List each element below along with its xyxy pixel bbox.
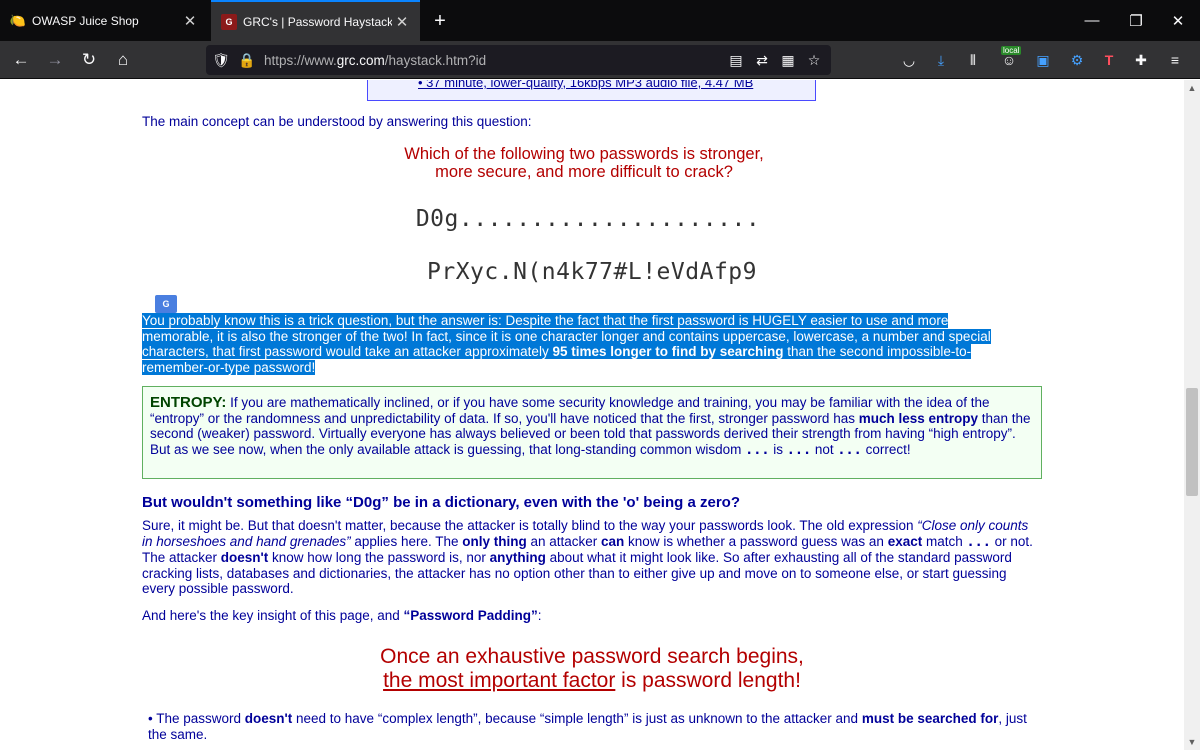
bullet-item: • The password doesn't need to have “com… [148, 711, 1027, 742]
reader-view-icon[interactable]: ▤ [725, 49, 747, 71]
dictionary-paragraph: Sure, it might be. But that doesn't matt… [142, 518, 1033, 596]
entropy-note: ENTROPY: If you are mathematically incli… [150, 394, 1031, 458]
tab-bar: 🍋 OWASP Juice Shop ✕ G GRC's | Password … [0, 0, 1200, 41]
section-heading: But wouldn't something like “D0g” be in … [142, 494, 740, 511]
url-bar[interactable]: 🛡 🔒 https://www.grc.com/haystack.htm?id … [206, 45, 831, 75]
extension-language-icon[interactable]: ⚙ [1066, 49, 1088, 71]
key-insight-line-2: the most important factor is password le… [383, 669, 801, 692]
google-translate-icon[interactable]: G [155, 295, 177, 313]
url-text[interactable]: https://www.grc.com/haystack.htm?id [264, 53, 725, 68]
page-content: • 37 minute, lower-quality, 16kbps MP3 a… [0, 80, 1184, 750]
tab-owasp-juice-shop[interactable]: 🍋 OWASP Juice Shop ✕ [0, 0, 208, 41]
navigation-toolbar: ← → ↻ ⌂ 🛡 🔒 https://www.grc.com/haystack… [0, 41, 1200, 79]
key-insight-paragraph: And here's the key insight of this page,… [142, 608, 542, 623]
tab-grc-haystacks[interactable]: G GRC's | Password Haystacks: Ho ✕ [211, 0, 420, 41]
entropy-note-box: ENTROPY: If you are mathematically incli… [142, 386, 1042, 479]
downloads-icon[interactable]: ⤓ [930, 49, 952, 71]
scroll-down-arrow-icon[interactable]: ▼ [1184, 734, 1200, 750]
vertical-scrollbar[interactable]: ▲ ▼ [1184, 80, 1200, 750]
scrollbar-thumb[interactable] [1186, 388, 1198, 496]
new-tab-icon[interactable]: + [428, 9, 452, 33]
audio-files-box: • 37 minute, lower-quality, 16kbps MP3 a… [367, 80, 816, 101]
question: Which of the following two passwords is … [0, 145, 1184, 181]
extension-translate-icon[interactable]: ▣ [1032, 49, 1054, 71]
password-example-2: PrXyc.N(n4k77#L!eVdAfp9 [427, 259, 757, 285]
translate-icon[interactable]: ⇄ [751, 49, 773, 71]
tab-title: OWASP Juice Shop [32, 13, 139, 28]
window-close-icon[interactable]: ✕ [1156, 0, 1200, 41]
tracking-shield-icon[interactable]: 🛡 [210, 49, 232, 71]
forward-arrow-icon[interactable]: → [42, 47, 68, 73]
question-line-1: Which of the following two passwords is … [404, 145, 764, 163]
extension-puzzle-icon[interactable]: ✚ [1130, 49, 1152, 71]
entropy-label: ENTROPY: [150, 394, 227, 411]
password-example-1: D0g..................... [415, 206, 761, 232]
lock-icon[interactable]: 🔒 [236, 49, 258, 71]
restore-icon[interactable]: ❐ [1114, 0, 1158, 41]
question-line-2: more secure, and more difficult to crack… [435, 163, 733, 181]
extension-t-icon[interactable]: T [1098, 49, 1120, 71]
minimize-icon[interactable]: — [1070, 0, 1114, 41]
back-arrow-icon[interactable]: ← [8, 47, 34, 73]
tab-title: GRC's | Password Haystacks: Ho [243, 14, 392, 29]
lead-paragraph: The main concept can be understood by an… [142, 114, 532, 129]
answer-paragraph: You probably know this is a trick questi… [142, 313, 991, 375]
key-insight-line-1: Once an exhaustive password search begin… [380, 645, 804, 668]
grc-favicon-icon: G [221, 13, 237, 30]
library-icon[interactable]: ⫴ [962, 49, 984, 71]
extensions-grid-icon[interactable]: ▦ [777, 49, 799, 71]
reload-icon[interactable]: ↻ [76, 47, 102, 73]
home-icon[interactable]: ⌂ [110, 47, 136, 73]
app-menu-icon[interactable]: ≡ [1164, 49, 1186, 71]
scroll-up-arrow-icon[interactable]: ▲ [1184, 80, 1200, 96]
local-badge: local [1001, 46, 1022, 55]
juice-shop-favicon-icon: 🍋 [9, 12, 27, 28]
answer-emphasis: 95 times longer to find by searching [552, 344, 784, 359]
close-tab-icon[interactable]: ✕ [180, 11, 200, 31]
close-tab-icon[interactable]: ✕ [392, 12, 412, 32]
pocket-icon[interactable]: ◡ [898, 49, 920, 71]
mp3-audio-link[interactable]: • 37 minute, lower-quality, 16kbps MP3 a… [418, 80, 753, 90]
bookmark-star-icon[interactable]: ☆ [803, 49, 825, 71]
